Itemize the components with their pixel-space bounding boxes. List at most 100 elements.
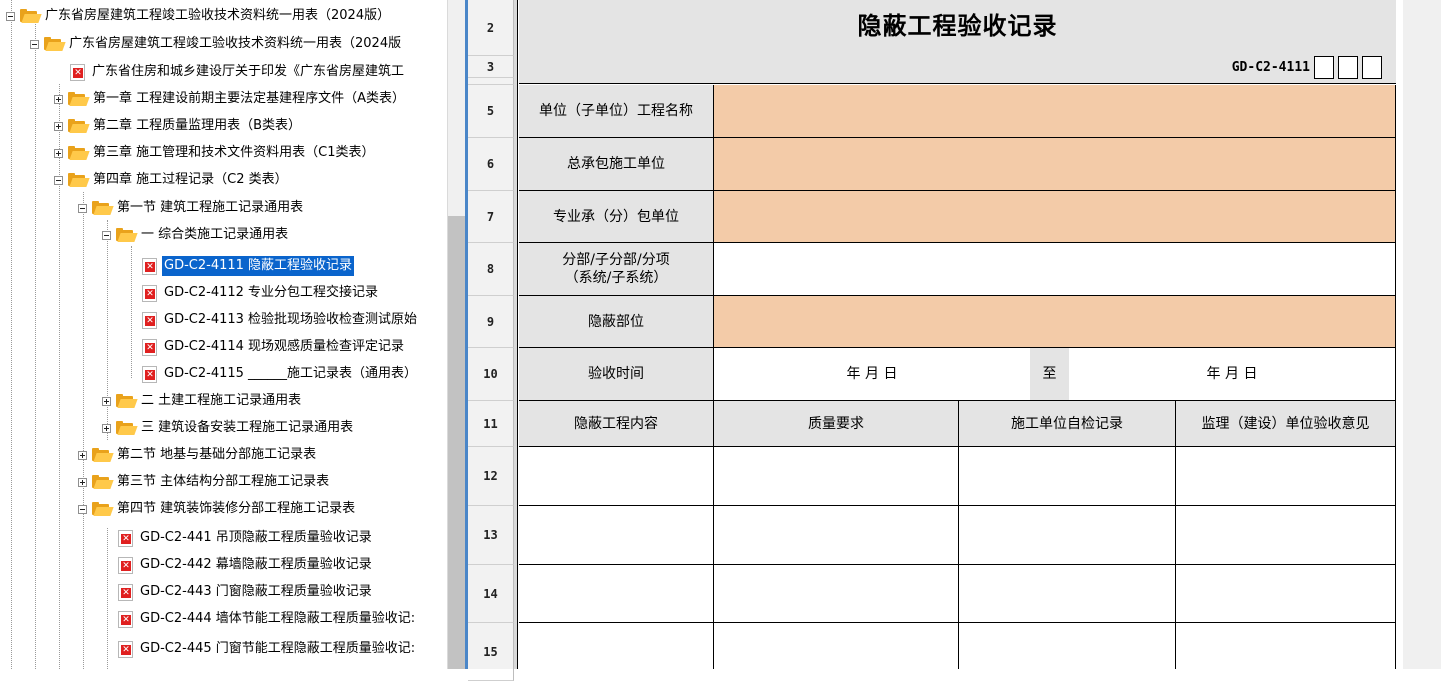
- tree-item-label: GD-C2-443 门窗隐蔽工程质量验收记录: [140, 584, 372, 599]
- expand-icon[interactable]: [54, 95, 63, 104]
- input-general-contractor[interactable]: [714, 138, 1396, 191]
- tree-item[interactable]: ✕ GD-C2-441 吊顶隐蔽工程质量验收记录: [118, 526, 374, 550]
- row-number[interactable]: 5: [468, 85, 514, 138]
- open-folder-icon: [68, 92, 90, 106]
- tree-item[interactable]: 第二节 地基与基础分部施工记录表: [76, 443, 318, 467]
- tree-guide-line: [131, 246, 132, 378]
- row-number[interactable]: 9: [468, 296, 514, 348]
- tree-item-label: GD-C2-4112 专业分包工程交接记录: [164, 285, 379, 300]
- tree-item[interactable]: ✕ GD-C2-444 墙体节能工程隐蔽工程质量验收记:: [118, 607, 417, 631]
- row-number[interactable]: 7: [468, 191, 514, 243]
- row-number[interactable]: 10: [468, 348, 514, 401]
- code-checkbox[interactable]: [1362, 56, 1382, 79]
- expand-icon[interactable]: [102, 397, 111, 406]
- table-cell[interactable]: [1176, 623, 1396, 669]
- tree-item[interactable]: ✕ GD-C2-443 门窗隐蔽工程质量验收记录: [118, 580, 374, 604]
- collapse-icon[interactable]: [6, 12, 15, 21]
- input-concealed-part[interactable]: [714, 296, 1396, 348]
- collapse-icon[interactable]: [30, 40, 39, 49]
- code-checkbox[interactable]: [1338, 56, 1358, 79]
- row-number[interactable]: 15: [468, 623, 514, 681]
- tree-scrollbar[interactable]: [447, 0, 466, 669]
- table-cell[interactable]: [1176, 506, 1396, 565]
- tree-item[interactable]: 三 建筑设备安装工程施工记录通用表: [100, 416, 355, 440]
- table-cell[interactable]: [519, 506, 714, 565]
- table-cell[interactable]: [519, 565, 714, 623]
- tree-item-selected[interactable]: ✕ GD-C2-4111 隐蔽工程验收记录: [142, 254, 355, 278]
- row-number[interactable]: 14: [468, 565, 514, 623]
- tree-item[interactable]: 第三节 主体结构分部工程施工记录表: [76, 470, 331, 494]
- table-cell[interactable]: [714, 447, 959, 506]
- tree-item-label: 第二章 工程质量监理用表（B类表）: [93, 118, 302, 133]
- tree-item[interactable]: ✕ GD-C2-4114 现场观感质量检查评定记录: [142, 335, 406, 359]
- table-cell[interactable]: [959, 623, 1176, 669]
- tree-item[interactable]: 第二章 工程质量监理用表（B类表）: [52, 114, 303, 138]
- row-number-hidden[interactable]: [468, 78, 514, 85]
- row-number[interactable]: 11: [468, 401, 514, 447]
- expand-icon[interactable]: [78, 478, 87, 487]
- table-cell[interactable]: [1176, 447, 1396, 506]
- label-to: 至: [1030, 348, 1069, 401]
- input-subcontractor[interactable]: [714, 191, 1396, 243]
- table-cell[interactable]: [1176, 565, 1396, 623]
- input-date-to[interactable]: 年 月 日: [1069, 348, 1396, 401]
- row-number[interactable]: 12: [468, 447, 514, 506]
- pdf-file-icon: ✕: [118, 610, 133, 628]
- tree-item[interactable]: 广东省房屋建筑工程竣工验收技术资料统一用表（2024版）: [4, 4, 392, 28]
- row-number[interactable]: 3: [468, 56, 514, 78]
- table-cell[interactable]: [959, 565, 1176, 623]
- tree-item[interactable]: 第四节 建筑装饰装修分部工程施工记录表: [76, 497, 357, 521]
- code-checkbox[interactable]: [1314, 56, 1334, 79]
- document-tree[interactable]: 广东省房屋建筑工程竣工验收技术资料统一用表（2024版） 广东省房屋建筑工程竣工…: [0, 0, 447, 669]
- label-general-contractor: 总承包施工单位: [519, 138, 714, 191]
- expand-icon[interactable]: [54, 122, 63, 131]
- table-cell[interactable]: [714, 565, 959, 623]
- tree-item[interactable]: ✕ 广东省住房和城乡建设厅关于印发《广东省房屋建筑工: [70, 60, 406, 84]
- input-project-name[interactable]: [714, 85, 1396, 138]
- tree-item[interactable]: ✕ GD-C2-445 门窗节能工程隐蔽工程质量验收记:: [118, 637, 417, 661]
- open-folder-icon: [68, 173, 90, 187]
- tree-item-label: 第三章 施工管理和技术文件资料用表（C1类表）: [93, 145, 375, 160]
- collapse-icon[interactable]: [78, 204, 87, 213]
- row-number[interactable]: 8: [468, 243, 514, 296]
- scrollbar-thumb[interactable]: [448, 216, 466, 669]
- input-date-from[interactable]: 年 月 日: [714, 348, 1030, 401]
- tree-item[interactable]: 第三章 施工管理和技术文件资料用表（C1类表）: [52, 141, 376, 165]
- tree-item-label: GD-C2-441 吊顶隐蔽工程质量验收记录: [140, 530, 372, 545]
- row-number[interactable]: 13: [468, 506, 514, 565]
- table-cell[interactable]: [714, 623, 959, 669]
- collapse-icon[interactable]: [54, 176, 63, 185]
- pdf-file-icon: ✕: [118, 583, 133, 601]
- pdf-file-icon: ✕: [118, 529, 133, 547]
- table-cell[interactable]: [959, 447, 1176, 506]
- open-folder-icon: [116, 421, 138, 435]
- tree-item[interactable]: ✕ GD-C2-442 幕墙隐蔽工程质量验收记录: [118, 553, 374, 577]
- open-folder-icon: [68, 146, 90, 160]
- form-title-area[interactable]: 隐蔽工程验收记录 GD-C2-4111: [519, 0, 1396, 84]
- table-cell[interactable]: [714, 506, 959, 565]
- tree-item[interactable]: 二 土建工程施工记录通用表: [100, 389, 303, 413]
- table-cell[interactable]: [519, 447, 714, 506]
- tree-item[interactable]: ✕ GD-C2-4115 ______施工记录表（通用表）: [142, 362, 419, 386]
- table-cell[interactable]: [959, 506, 1176, 565]
- input-division[interactable]: [714, 243, 1396, 296]
- tree-item[interactable]: 第一节 建筑工程施工记录通用表: [76, 196, 305, 220]
- expand-icon[interactable]: [102, 424, 111, 433]
- column-header: 施工单位自检记录: [959, 401, 1176, 447]
- row-number[interactable]: 2: [468, 0, 514, 56]
- tree-item[interactable]: ✕ GD-C2-4113 检验批现场验收检查测试原始: [142, 308, 419, 332]
- collapse-icon[interactable]: [78, 505, 87, 514]
- tree-item[interactable]: 广东省房屋建筑工程竣工验收技术资料统一用表（2024版: [28, 32, 403, 56]
- expand-icon[interactable]: [78, 451, 87, 460]
- collapse-icon[interactable]: [102, 231, 111, 240]
- form-code: GD-C2-4111: [1231, 60, 1310, 75]
- tree-item[interactable]: 第一章 工程建设前期主要法定基建程序文件（A类表）: [52, 87, 407, 111]
- table-cell[interactable]: [519, 623, 714, 669]
- tree-item[interactable]: 一 综合类施工记录通用表: [100, 223, 290, 247]
- tree-item[interactable]: 第四章 施工过程记录（C2 类表）: [52, 168, 290, 192]
- tree-item[interactable]: ✕ GD-C2-4112 专业分包工程交接记录: [142, 281, 380, 305]
- workspace-background: [1403, 0, 1441, 669]
- expand-icon[interactable]: [54, 149, 63, 158]
- tree-guide-line: [107, 528, 108, 669]
- row-number[interactable]: 6: [468, 138, 514, 191]
